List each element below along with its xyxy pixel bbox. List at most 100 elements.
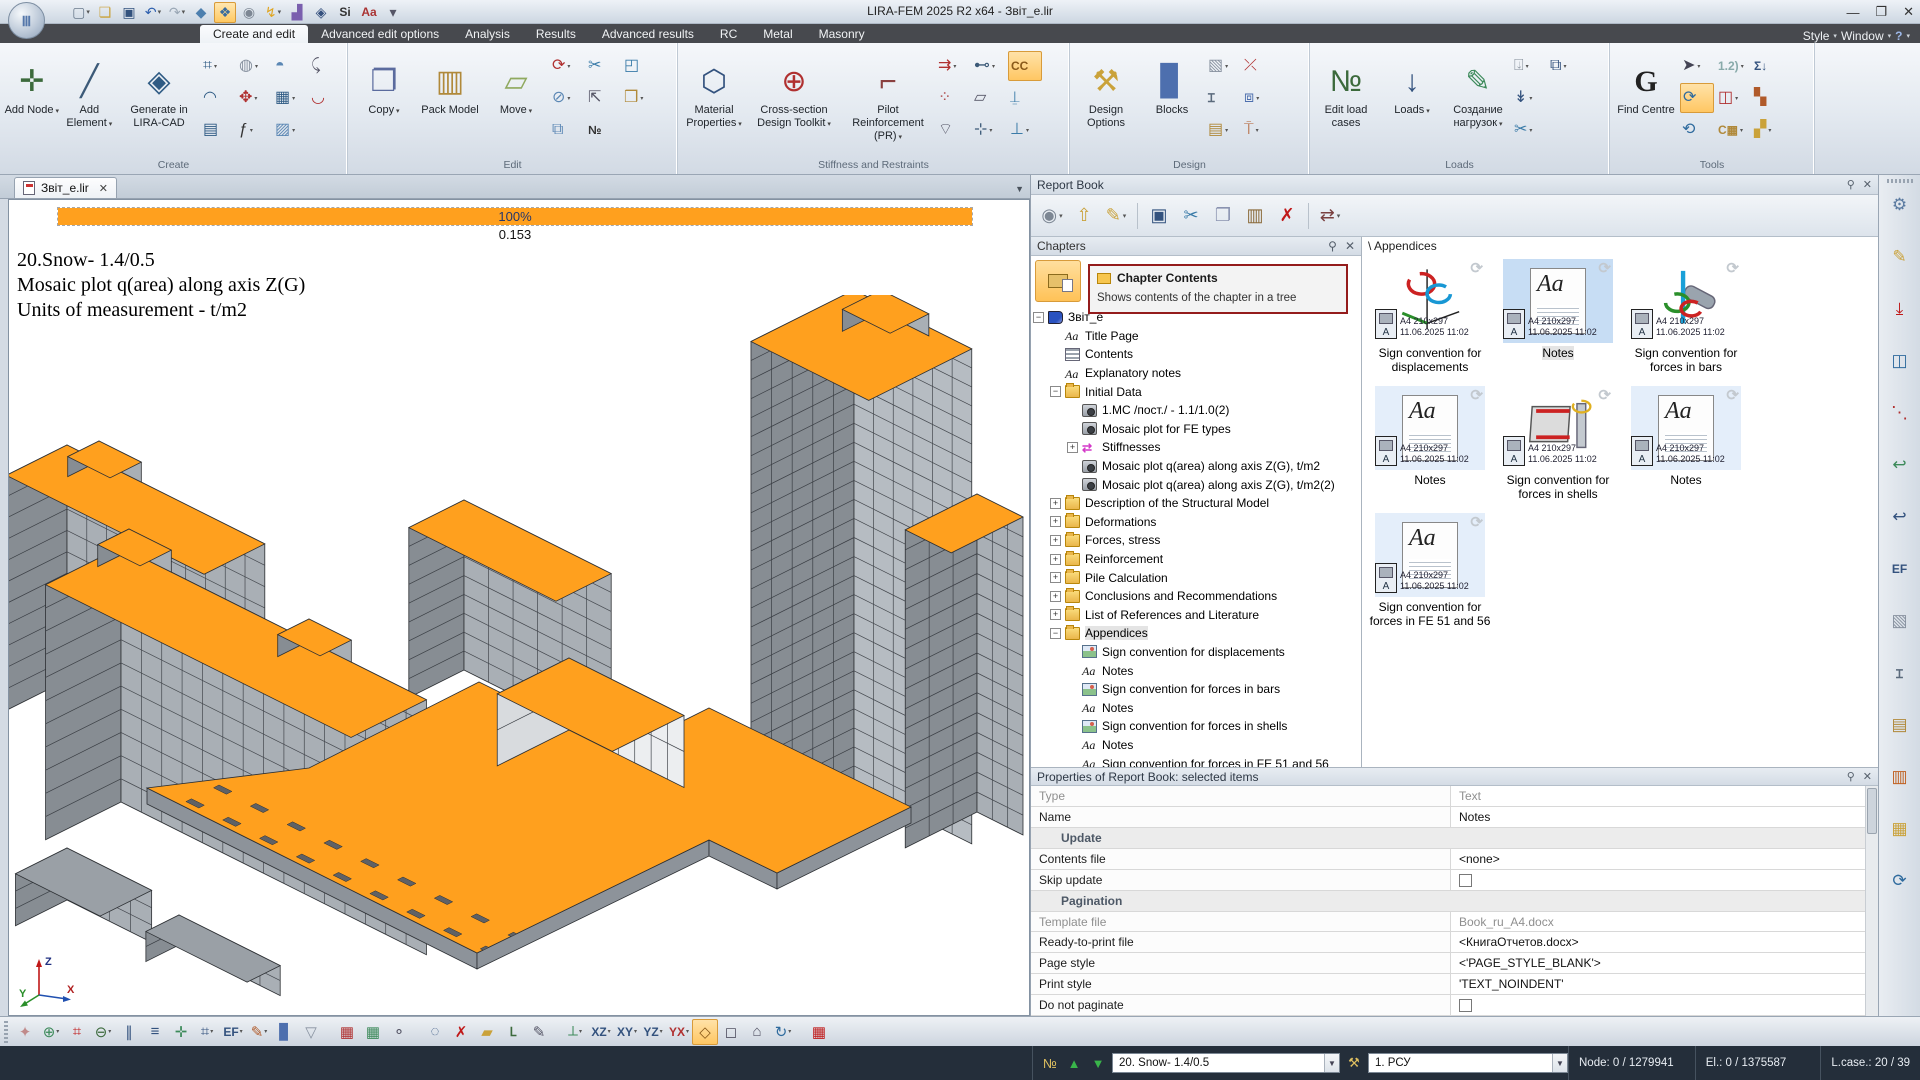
refresh-plot-icon[interactable]: ⟳ — [1680, 83, 1714, 113]
tab-advanced-results[interactable]: Advanced results — [589, 25, 707, 43]
fragmentation-icon[interactable]: ▦ — [334, 1019, 360, 1045]
tree-item[interactable]: Notes — [1033, 661, 1361, 680]
property-value[interactable]: Book_ru_A4.docx — [1451, 912, 1878, 932]
expand-icon[interactable]: + — [1050, 591, 1061, 602]
property-value[interactable] — [1451, 870, 1878, 890]
rsu-combo[interactable]: 1. РСУ▼ — [1368, 1053, 1568, 1073]
settings-edit-icon[interactable]: ✎ — [1883, 241, 1917, 273]
add-bar-icon[interactable]: ⤫ — [1242, 51, 1276, 81]
mirror-icon[interactable]: ⊘▾ — [550, 83, 584, 113]
select-polygon-icon[interactable]: ✦ — [12, 1019, 38, 1045]
property-value[interactable]: Text — [1451, 786, 1878, 806]
tree-item[interactable]: Notes — [1033, 736, 1361, 755]
select-nodes-icon[interactable]: ⊕▾ — [38, 1019, 64, 1045]
rotate-copy-icon[interactable]: ⟳▾ — [550, 51, 584, 81]
stiffness-ef-icon[interactable]: EF — [1883, 553, 1917, 585]
property-value[interactable]: Notes — [1451, 807, 1878, 827]
pencil-icon[interactable]: ✎ — [526, 1019, 552, 1045]
toolbar-grip[interactable] — [1887, 179, 1913, 183]
tree-item[interactable]: Mosaic plot q(area) along axis Z(G), t/m… — [1033, 475, 1361, 494]
rsu-icon[interactable]: ⚒ — [1343, 1053, 1365, 1073]
distributed-load-icon[interactable]: ↡▾ — [1512, 83, 1546, 113]
thumbnail-sign-convention-for-forces-in-fe-51-and-[interactable]: ⟳AA4 210x29711.06.2025 11:02Sign convent… — [1368, 513, 1492, 628]
tree-item[interactable]: −Appendices — [1033, 624, 1361, 643]
move-button[interactable]: ▱Move ▾ — [484, 47, 548, 151]
maximize-button[interactable]: ❐ — [1875, 4, 1887, 20]
isofields-icon[interactable]: ▦ — [1883, 813, 1917, 845]
concrete-cube-icon[interactable]: ▧▾ — [1206, 51, 1240, 81]
property-value[interactable] — [1451, 995, 1878, 1015]
view-yx-button[interactable]: YX▾ — [666, 1019, 692, 1045]
material-properties-button[interactable]: ⬡Material Properties ▾ — [682, 47, 746, 151]
edit-loadcase-icon[interactable]: № — [1039, 1053, 1061, 1073]
joints-icon[interactable]: ⁘ — [936, 83, 970, 113]
report-cut-button[interactable]: ✂ — [1176, 200, 1206, 232]
springs-icon[interactable]: ⇉▾ — [936, 51, 970, 81]
sum-results-icon[interactable]: Σ↓ — [1752, 51, 1786, 81]
collapse-icon[interactable]: − — [1050, 386, 1061, 397]
mesh-red-icon[interactable]: ▦ — [806, 1019, 832, 1045]
masonry-wall-icon[interactable]: ▤ — [1883, 709, 1917, 741]
window-menu-item[interactable]: Window — [1841, 29, 1884, 43]
concrete-cube-icon[interactable]: ▧ — [1883, 605, 1917, 637]
tree-item[interactable]: +Stiffnesses — [1033, 438, 1361, 457]
properties-scrollbar[interactable] — [1865, 786, 1878, 1016]
masonry-icon[interactable]: ▤▾ — [1206, 115, 1240, 145]
dashed-plate-icon[interactable]: ▨▾ — [273, 115, 307, 145]
select-node-cross-icon[interactable]: ✛ — [168, 1019, 194, 1045]
close-button[interactable]: ✕ — [1903, 4, 1914, 20]
cut-loads-icon[interactable]: ✂▾ — [1512, 115, 1546, 145]
elastic-found-icon[interactable]: ⊥▾ — [1008, 115, 1042, 145]
select-bars-icon[interactable]: ⊖▾ — [90, 1019, 116, 1045]
expand-icon[interactable]: + — [1050, 609, 1061, 620]
resize-icon[interactable]: ⇱ — [586, 83, 620, 113]
collapse-icon[interactable]: − — [1033, 312, 1044, 323]
values-on-bars-icon[interactable]: ⋱ — [1883, 397, 1917, 429]
copy-loads-icon[interactable]: ⧉▾ — [1548, 51, 1582, 81]
expand-icon[interactable]: + — [1050, 498, 1061, 509]
loads-button[interactable]: ↓Loads ▾ — [1380, 47, 1444, 151]
expand-icon[interactable]: + — [1050, 572, 1061, 583]
select-pen-icon[interactable]: ✎▾ — [246, 1019, 272, 1045]
thumbnail-sign-convention-for-forces-in-shells[interactable]: ⟳AA4 210x29711.06.2025 11:02Sign convent… — [1496, 386, 1620, 501]
prev-loadcase-icon[interactable]: ▲ — [1063, 1053, 1085, 1073]
isometric-view-button[interactable]: ◇ — [692, 1019, 718, 1045]
tree-item[interactable]: Title Page — [1033, 327, 1361, 346]
close-chapters-icon[interactable]: ✕ — [1345, 239, 1355, 253]
tree-item[interactable]: +List of References and Literature — [1033, 606, 1361, 625]
settings-refresh-icon[interactable]: ⚙ — [1883, 189, 1917, 221]
next-loadcase-icon[interactable]: ▼ — [1087, 1053, 1109, 1073]
pin-icon[interactable]: ⚲ — [1328, 239, 1337, 253]
minimize-button[interactable]: — — [1846, 5, 1859, 20]
tree-item[interactable]: Sign convention for displacements — [1033, 643, 1361, 662]
thumbnail-notes[interactable]: ⟳AA4 210x29711.06.2025 11:02Notes — [1496, 259, 1620, 374]
joint-icon[interactable]: ⚬ — [386, 1019, 412, 1045]
expand-icon[interactable]: + — [1050, 516, 1061, 527]
perspective2-icon[interactable]: ⌂ — [744, 1019, 770, 1045]
rotate-model-icon[interactable]: ⟳ — [1883, 865, 1917, 897]
erase-selection-icon[interactable]: ✗ — [448, 1019, 474, 1045]
tree-item[interactable]: Notes — [1033, 698, 1361, 717]
tree-item[interactable]: Mosaic plot q(area) along axis Z(G), t/m… — [1033, 457, 1361, 476]
tab-close-icon[interactable]: ✕ — [99, 182, 108, 195]
arc-icon[interactable]: ◡ — [309, 83, 343, 113]
add-node-button[interactable]: ✛Add Node ▾ — [4, 47, 60, 151]
help-icon[interactable]: ? — [1895, 29, 1902, 43]
copy-button[interactable]: ❐Copy ▾ — [352, 47, 416, 151]
building-model[interactable] — [9, 295, 1029, 1015]
expand-icon[interactable]: + — [1050, 554, 1061, 565]
table-2-6-icon[interactable]: ◫ — [1883, 345, 1917, 377]
thumbnail-notes[interactable]: ⟳AA4 210x29711.06.2025 11:02Notes — [1624, 386, 1748, 501]
close-panel-icon[interactable]: ✕ — [1863, 178, 1872, 191]
checkbox[interactable] — [1459, 874, 1472, 887]
truss-icon[interactable]: ◠ — [201, 83, 235, 113]
report-paste-button[interactable]: ▥ — [1240, 200, 1270, 232]
tree-item[interactable]: +Deformations — [1033, 513, 1361, 532]
create-loads-button[interactable]: ✎Создание нагрузок ▾ — [1446, 47, 1510, 151]
diagram-scale-icon[interactable]: ◫▾ — [1716, 83, 1750, 113]
import-dwg-icon[interactable]: ⤹ — [309, 51, 343, 81]
property-value[interactable]: <none> — [1451, 849, 1878, 869]
perspective-icon[interactable]: ◻ — [718, 1019, 744, 1045]
axes-view-icon[interactable]: ⟂▾ — [562, 1019, 588, 1045]
view-xy-button[interactable]: XY▾ — [614, 1019, 640, 1045]
